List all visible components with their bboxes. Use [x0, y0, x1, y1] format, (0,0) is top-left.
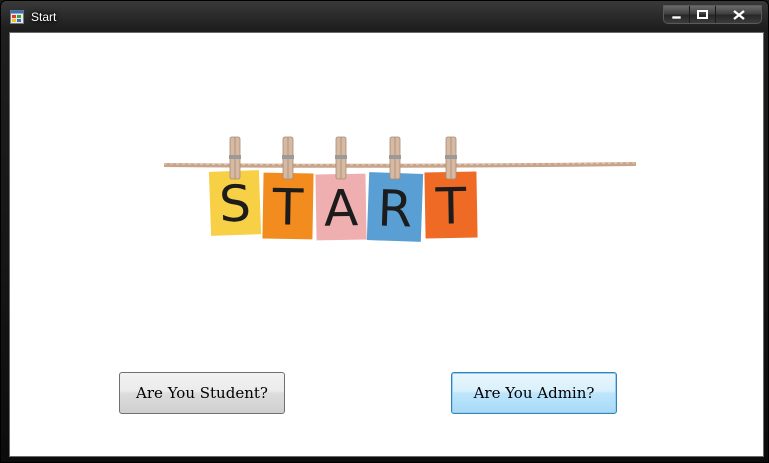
maximize-button[interactable] — [690, 6, 716, 23]
clothespin-icon — [335, 136, 347, 180]
clothespin-icon — [229, 136, 241, 180]
banner-letter: T — [434, 177, 467, 236]
app-window: Start START Are You Student? Are You Adm… — [0, 0, 769, 463]
banner-card-4: R — [366, 172, 424, 242]
banner-letter: A — [323, 179, 358, 238]
caption-buttons — [663, 5, 762, 24]
clothespin-icon — [282, 136, 294, 180]
banner-letter: T — [271, 178, 304, 237]
title-bar[interactable]: Start — [1, 1, 769, 33]
minimize-button[interactable] — [664, 6, 690, 23]
minimize-icon — [671, 15, 681, 19]
banner-letter: R — [377, 179, 414, 238]
banner-letter: S — [218, 174, 252, 233]
maximize-icon — [697, 10, 708, 19]
close-icon — [732, 9, 745, 20]
banner-card-5: T — [424, 171, 478, 239]
form-client-area: START Are You Student? Are You Admin? — [9, 32, 764, 457]
start-banner-image: START — [163, 136, 637, 242]
banner-card-3: A — [315, 173, 367, 241]
banner-card-2: T — [262, 172, 314, 240]
banner-card-1: S — [208, 170, 262, 236]
student-button[interactable]: Are You Student? — [119, 372, 285, 414]
clothespin-icon — [389, 136, 401, 180]
clothespin-icon — [445, 136, 457, 180]
close-button[interactable] — [716, 6, 761, 23]
app-form-icon — [10, 10, 24, 24]
window-title: Start — [31, 10, 57, 24]
admin-button[interactable]: Are You Admin? — [451, 372, 617, 414]
